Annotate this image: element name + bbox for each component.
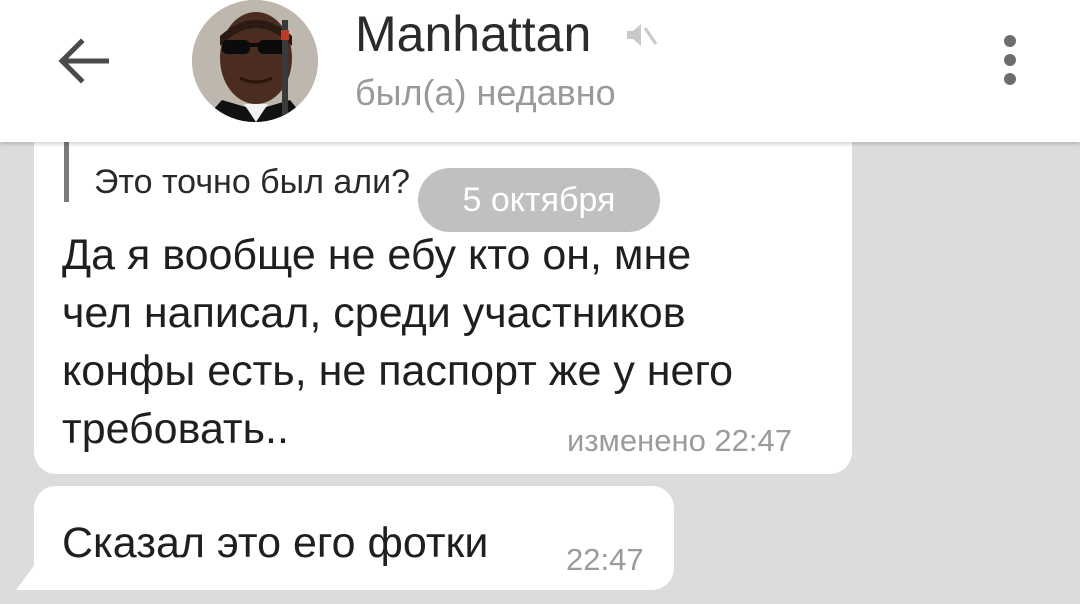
contact-status: был(а) недавно — [355, 72, 616, 113]
message-time: 22:47 — [566, 542, 644, 577]
bubble-tail — [16, 560, 38, 590]
more-vertical-icon — [1004, 35, 1016, 47]
message-line: конфы есть, не паспорт же у него — [62, 347, 734, 395]
avatar-image — [192, 0, 318, 122]
more-options-button[interactable] — [990, 30, 1030, 90]
avatar[interactable] — [192, 0, 318, 122]
message-edited-time: изменено 22:47 — [567, 423, 792, 458]
more-vertical-icon — [1004, 54, 1016, 66]
message-text: Сказал это его фотки — [62, 519, 489, 567]
muted-speaker-icon — [627, 24, 658, 46]
arrow-left-icon — [58, 38, 109, 84]
back-button[interactable] — [48, 26, 118, 96]
more-vertical-icon — [1004, 73, 1016, 85]
chat-header: Manhattan был(а) недавно — [0, 0, 1080, 142]
message-line: Да я вообще не ебу кто он, мне — [62, 231, 692, 279]
reply-quote-text[interactable]: Это точно был али? — [94, 162, 410, 202]
reply-quote-bar — [64, 142, 69, 202]
message-line: чел написал, среди участников — [62, 289, 686, 337]
contact-name[interactable]: Manhattan — [355, 4, 591, 64]
date-chip: 5 октября — [418, 168, 660, 232]
